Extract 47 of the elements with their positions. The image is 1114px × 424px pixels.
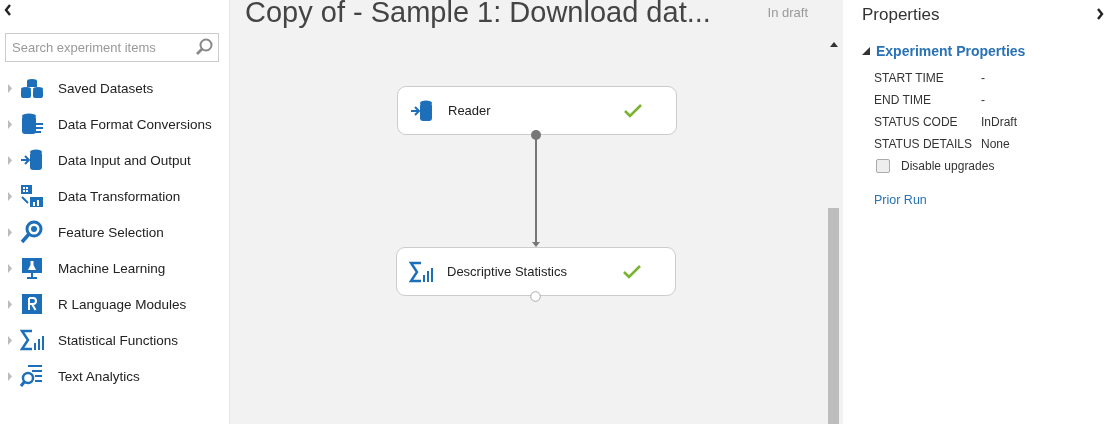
- module-node[interactable]: Reader: [397, 86, 677, 135]
- palette-item[interactable]: Machine Learning: [0, 256, 229, 280]
- prior-run-link[interactable]: Prior Run: [874, 193, 1104, 207]
- monitor-flask-icon: [20, 256, 44, 280]
- database-input-icon: [410, 98, 434, 123]
- database-input-icon: [20, 148, 44, 172]
- palette-item[interactable]: Feature Selection: [0, 220, 229, 244]
- property-label: START TIME: [874, 71, 945, 85]
- status-text: In draft: [767, 5, 808, 20]
- property-value: None: [981, 137, 1011, 151]
- palette-item[interactable]: Data Format Conversions: [0, 112, 229, 136]
- magnifier-icon: [20, 220, 44, 244]
- property-label: STATUS CODE: [874, 115, 959, 129]
- module-node[interactable]: Descriptive Statistics: [396, 247, 676, 296]
- search-field[interactable]: Search experiment items: [5, 33, 219, 62]
- checkbox-label: Disable upgrades: [901, 159, 995, 173]
- database-icon: [20, 76, 44, 100]
- palette-item[interactable]: Text Analytics: [0, 364, 229, 388]
- text-search-icon: [20, 364, 44, 388]
- grid-chart-icon: [20, 184, 44, 208]
- palette-item[interactable]: Data Transformation: [0, 184, 229, 208]
- checkbox[interactable]: [876, 159, 890, 173]
- palette-item[interactable]: R Language Modules: [0, 292, 229, 316]
- node-label: Reader: [448, 103, 492, 118]
- collapse-icon[interactable]: [4, 4, 12, 16]
- section-header[interactable]: Experiment Properties: [862, 43, 1104, 59]
- database-list-icon: [20, 112, 44, 136]
- palette-item[interactable]: Statistical Functions: [0, 328, 229, 352]
- property-value: -: [981, 71, 986, 85]
- scroll-up-icon[interactable]: [830, 42, 838, 47]
- palette-item[interactable]: Saved Datasets: [0, 76, 229, 100]
- palette-item[interactable]: Data Input and Output: [0, 148, 229, 172]
- sigma-chart-icon: [20, 328, 44, 352]
- property-label: STATUS DETAILS: [874, 137, 973, 151]
- r-module-icon: [20, 292, 44, 316]
- scrollbar-thumb[interactable]: [828, 208, 839, 424]
- property-value: -: [981, 93, 986, 107]
- expand-icon[interactable]: [862, 47, 870, 55]
- search-icon[interactable]: [195, 38, 213, 56]
- property-value: InDraft: [981, 115, 1018, 129]
- node-label: Descriptive Statistics: [447, 264, 568, 279]
- experiment-title: Copy of - Sample 1: Download dat...: [245, 0, 711, 29]
- collapse-icon[interactable]: [1096, 8, 1104, 20]
- property-label: END TIME: [874, 93, 933, 107]
- sigma-chart-icon: [409, 259, 433, 284]
- output-port[interactable]: [531, 130, 541, 140]
- panel-title: Properties: [862, 5, 940, 25]
